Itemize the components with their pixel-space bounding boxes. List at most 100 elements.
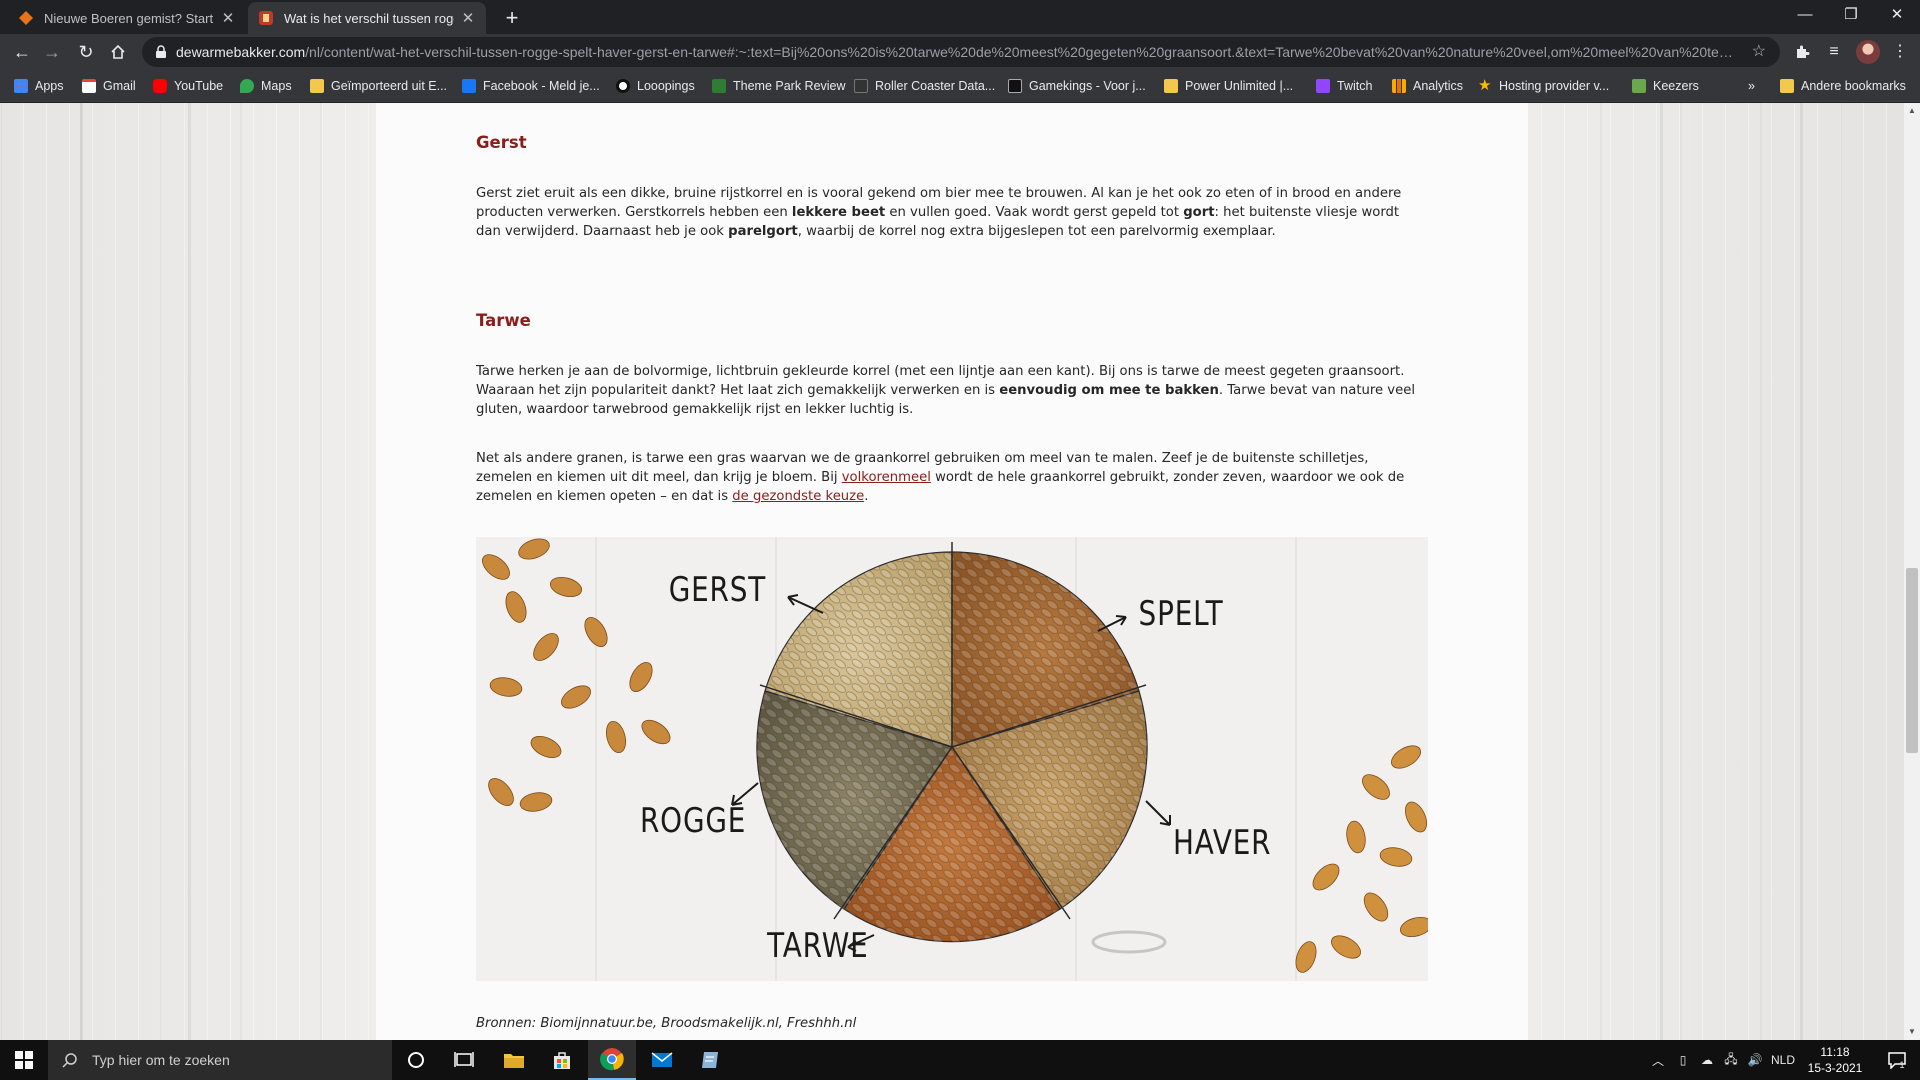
sources-caption: Bronnen: Biomijnnatuur.be, Broodsmakelij…	[476, 1016, 857, 1031]
maps-icon	[240, 79, 254, 93]
bookmark-gamekings[interactable]: Gamekings - Voor j...	[1008, 77, 1146, 95]
home-icon[interactable]	[104, 38, 132, 66]
menu-kebab-icon[interactable]: ⋮	[1888, 40, 1912, 64]
cortana-circle-icon	[408, 1052, 424, 1068]
scroll-up-arrow-icon[interactable]: ▲	[1904, 103, 1920, 119]
browser-toolbar: ← → ↻ dewarmebakker.com/nl/content/wat-h…	[0, 34, 1920, 70]
file-explorer-button[interactable]	[490, 1040, 538, 1080]
store-bag-icon	[554, 1052, 570, 1069]
page-scrollbar[interactable]: ▲ ▼	[1904, 103, 1920, 1040]
url-host: dewarmebakker.com	[176, 44, 306, 60]
windows-logo-icon	[15, 1051, 33, 1069]
back-arrow-icon[interactable]: ←	[8, 38, 36, 66]
gamekings-icon	[1008, 79, 1022, 93]
tab-close-icon[interactable]: ✕	[220, 9, 236, 27]
wood-knot	[1091, 930, 1167, 954]
volkorenmeel-link[interactable]: volkorenmeel	[842, 470, 931, 485]
network-icon[interactable]: 🖧	[1720, 1040, 1742, 1080]
close-window-button[interactable]: ✕	[1874, 0, 1920, 30]
bookmark-keezers[interactable]: Keezers	[1632, 77, 1699, 95]
bookmark-other-bookmarks[interactable]: Andere bookmarks	[1780, 77, 1906, 95]
extensions-puzzle-icon[interactable]	[1790, 40, 1814, 64]
tab-close-icon[interactable]: ✕	[460, 9, 476, 27]
label-tarwe: TARWE	[766, 926, 868, 965]
bookmark-folder-imported[interactable]: Geïmporteerd uit E...	[310, 77, 447, 95]
system-clock[interactable]: 11:18 15-3-2021	[1800, 1044, 1870, 1076]
scroll-thumb[interactable]	[1906, 568, 1918, 753]
bookmark-hosting-provider[interactable]: ★ Hosting provider v...	[1478, 77, 1609, 95]
lock-icon	[156, 45, 166, 58]
scroll-down-arrow-icon[interactable]: ▼	[1904, 1024, 1920, 1040]
notification-count-badge: 1	[1899, 1060, 1905, 1070]
bookmark-facebook[interactable]: Facebook - Meld je...	[462, 77, 600, 95]
bookmark-power-unlimited[interactable]: Power Unlimited |...	[1164, 77, 1293, 95]
bookmark-gmail[interactable]: Gmail	[82, 77, 136, 95]
notes-app-icon	[702, 1052, 718, 1068]
label-spelt: SPELT	[1139, 594, 1224, 633]
wood-plank-divider	[80, 103, 83, 1040]
bookmarks-bar: Apps Gmail YouTube Maps Geïmporteerd uit…	[0, 70, 1920, 102]
analytics-icon	[1392, 79, 1406, 93]
tpr-icon	[712, 79, 726, 93]
volume-icon[interactable]: 🔊	[1744, 1040, 1766, 1080]
tab-nieuwe-boeren[interactable]: Nieuwe Boeren gemist? Start me ✕	[8, 2, 246, 34]
bookmark-rcdb[interactable]: Roller Coaster Data...	[854, 77, 995, 95]
new-tab-button[interactable]: +	[498, 4, 526, 32]
url-text: dewarmebakker.com/nl/content/wat-het-ver…	[176, 44, 1736, 60]
tab-title: Nieuwe Boeren gemist? Start me	[44, 10, 214, 26]
looopings-icon	[616, 79, 630, 93]
forward-arrow-icon[interactable]: →	[38, 38, 66, 66]
gerst-paragraph: Gerst ziet eruit als een dikke, bruine r…	[476, 186, 1402, 239]
restore-button[interactable]: ❐	[1828, 0, 1874, 30]
bookmark-twitch[interactable]: Twitch	[1316, 77, 1372, 95]
taskbar-search-box[interactable]: Typ hier om te zoeken	[48, 1040, 392, 1080]
mail-envelope-icon	[651, 1052, 673, 1067]
bookmark-maps[interactable]: Maps	[240, 77, 292, 95]
bookmark-star-icon[interactable]: ☆	[1752, 41, 1766, 61]
bookmark-apps[interactable]: Apps	[14, 77, 64, 95]
twitch-icon	[1316, 79, 1330, 93]
bookmark-analytics[interactable]: Analytics	[1392, 77, 1463, 95]
bookmark-looopings[interactable]: Looopings	[616, 77, 695, 95]
task-view-button[interactable]	[440, 1040, 488, 1080]
chrome-taskbar-button[interactable]	[588, 1040, 636, 1080]
clock-date: 15-3-2021	[1807, 1061, 1863, 1075]
onedrive-cloud-icon[interactable]: ☁	[1696, 1040, 1718, 1080]
reading-list-icon[interactable]: ≡	[1822, 40, 1846, 64]
nieuwe-boeren-favicon-icon	[19, 11, 33, 25]
profile-avatar[interactable]	[1856, 40, 1880, 64]
wood-plank-divider	[1800, 103, 1803, 1040]
wood-plank-divider	[188, 103, 191, 1040]
loose-grains-right	[1295, 745, 1428, 973]
microsoft-store-button[interactable]	[538, 1040, 586, 1080]
notes-taskbar-button[interactable]	[686, 1040, 734, 1080]
warme-bakker-favicon-icon	[259, 11, 273, 25]
action-center-button[interactable]: 1	[1876, 1040, 1916, 1080]
rcdb-icon	[854, 79, 868, 93]
language-indicator[interactable]: NLD	[1768, 1040, 1798, 1080]
windows-taskbar: Typ hier om te zoeken ︿ ▯ ☁ 🖧 🔊 NLD 11:1…	[0, 1040, 1920, 1080]
bookmarks-overflow-button[interactable]: »	[1748, 77, 1755, 95]
search-icon	[62, 1053, 77, 1068]
keezers-icon	[1632, 79, 1646, 93]
tab-strip: Nieuwe Boeren gemist? Start me ✕ Wat is …	[0, 0, 1920, 34]
cortana-button[interactable]	[392, 1040, 440, 1080]
label-haver: HAVER	[1173, 823, 1271, 862]
gezondste-keuze-link[interactable]: de gezondste keuze	[732, 489, 864, 504]
reload-icon[interactable]: ↻	[72, 38, 100, 66]
mail-taskbar-button[interactable]	[638, 1040, 686, 1080]
folder-icon	[1780, 79, 1794, 93]
apps-grid-icon	[14, 79, 28, 93]
bookmark-theme-park-review[interactable]: Theme Park Review	[712, 77, 846, 95]
tablet-device-icon[interactable]: ▯	[1672, 1040, 1694, 1080]
tab-warme-bakker[interactable]: Wat is het verschil tussen rogge, ✕	[248, 2, 486, 34]
minimize-button[interactable]: —	[1782, 0, 1828, 30]
bookmark-youtube[interactable]: YouTube	[153, 77, 223, 95]
start-button[interactable]	[0, 1040, 48, 1080]
tarwe-paragraph: Tarwe herken je aan de bolvormige, licht…	[476, 364, 1415, 417]
address-bar[interactable]: dewarmebakker.com/nl/content/wat-het-ver…	[142, 37, 1780, 67]
show-hidden-icons-chevron-icon[interactable]: ︿	[1648, 1040, 1668, 1080]
grain-comparison-image: GERST SPELT ROGGE HAVER TARWE	[476, 537, 1428, 981]
tab-title: Wat is het verschil tussen rogge,	[284, 10, 454, 26]
star-icon: ★	[1478, 77, 1492, 94]
